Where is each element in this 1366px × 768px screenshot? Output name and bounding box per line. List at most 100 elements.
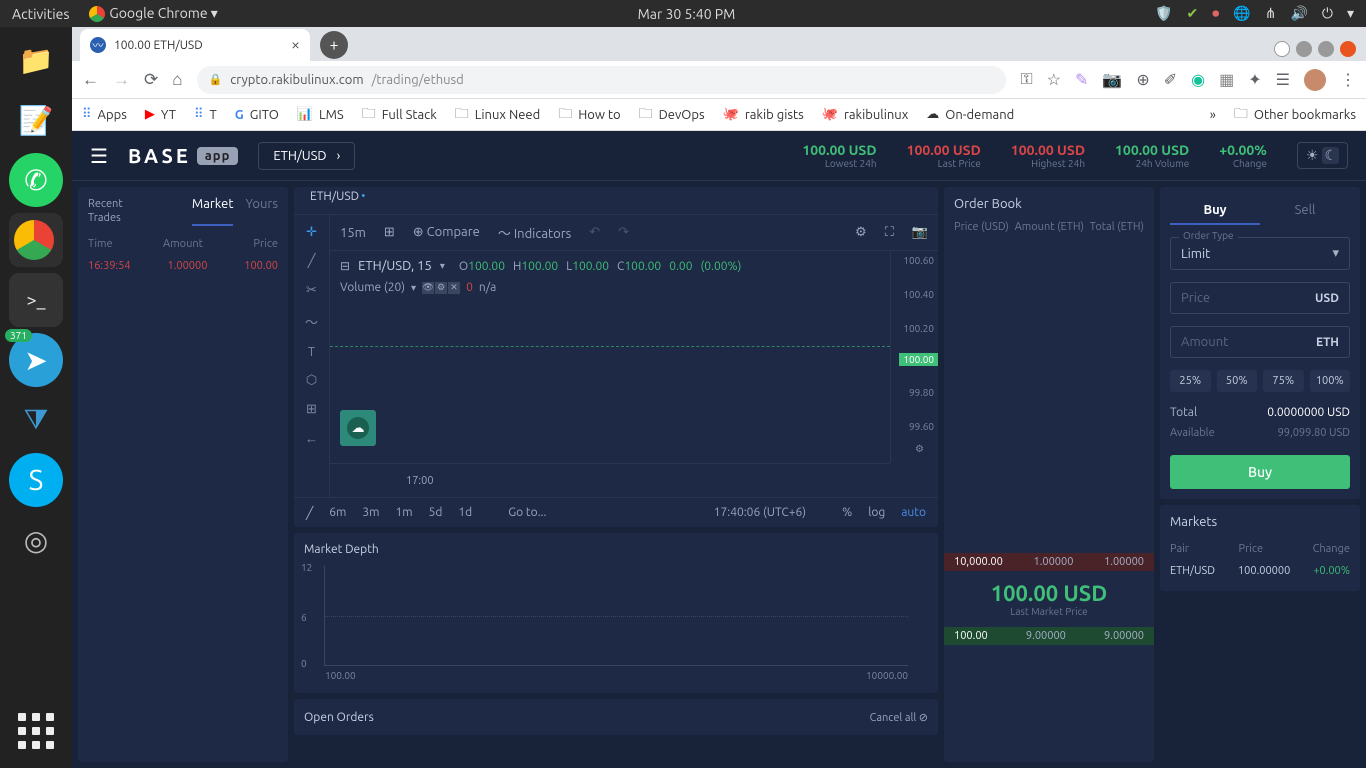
theme-toggle[interactable]: ☀☾: [1297, 142, 1348, 169]
cancel-all-button[interactable]: Cancel all ⊘: [870, 711, 928, 724]
activities-button[interactable]: Activities: [12, 6, 69, 22]
reload-icon[interactable]: ⟳: [144, 70, 158, 90]
volume-icon[interactable]: 🔊: [1290, 5, 1307, 22]
ondemand-bookmark[interactable]: ☁On-demand: [926, 107, 1014, 122]
interval-selector[interactable]: 15m: [340, 226, 366, 240]
skype-icon[interactable]: S: [9, 453, 63, 507]
globe-ext-icon[interactable]: ⊕: [1136, 70, 1149, 89]
range-3m[interactable]: 3m: [362, 506, 379, 519]
trend-line-icon[interactable]: ╱: [308, 254, 316, 269]
tab-close-icon[interactable]: ×: [291, 36, 300, 54]
brush-icon[interactable]: 〜: [305, 312, 318, 331]
clock[interactable]: Mar 30 5:40 PM: [218, 6, 1155, 22]
text-icon[interactable]: T: [308, 345, 315, 359]
apps-grid-icon[interactable]: [9, 704, 63, 758]
devops-bookmark[interactable]: 🗀DevOps: [639, 103, 705, 127]
record-icon[interactable]: ⏺: [1212, 5, 1219, 22]
app-menu-icon[interactable]: [1274, 41, 1290, 57]
pct-toggle[interactable]: %: [842, 506, 852, 519]
fullstack-bookmark[interactable]: 🗀Full Stack: [362, 103, 437, 127]
dropper-icon[interactable]: ✐: [1164, 70, 1177, 89]
range-1m[interactable]: 1m: [395, 506, 412, 519]
extensions-icon[interactable]: ✦: [1248, 70, 1261, 89]
fullscreen-icon[interactable]: ⛶: [885, 225, 894, 240]
disks-icon[interactable]: ◎: [9, 513, 63, 567]
linux-bookmark[interactable]: 🗀Linux Need: [455, 103, 540, 127]
undo-icon[interactable]: ↶: [589, 225, 600, 240]
pattern-icon[interactable]: ⬡: [306, 373, 317, 388]
market-row[interactable]: ETH/USD 100.00000 +0.00%: [1170, 561, 1350, 581]
files-icon[interactable]: 📁: [9, 33, 63, 87]
ask-row[interactable]: 10,000.00 1.00000 1.00000: [944, 553, 1154, 571]
log-toggle[interactable]: log: [868, 506, 885, 519]
window-close-icon[interactable]: [1340, 41, 1356, 57]
power-icon[interactable]: ⏻: [1322, 5, 1333, 22]
ext1-icon[interactable]: ✎: [1075, 70, 1088, 89]
current-app[interactable]: Google Chrome ▾: [89, 5, 217, 22]
grammarly-icon[interactable]: ◉: [1191, 70, 1205, 89]
new-tab-button[interactable]: +: [320, 31, 348, 59]
check-icon[interactable]: ✔: [1187, 5, 1199, 22]
settings-icon[interactable]: ⚙: [855, 225, 867, 240]
range-5d[interactable]: 5d: [429, 506, 443, 519]
pct-100[interactable]: 100%: [1310, 370, 1351, 392]
amount-input[interactable]: Amount ETH: [1170, 326, 1350, 358]
back-icon[interactable]: ←: [82, 70, 99, 90]
telegram-icon[interactable]: ➤371: [9, 333, 63, 387]
menu-button[interactable]: ☰: [90, 144, 108, 168]
overflow-icon[interactable]: »: [1210, 108, 1216, 122]
vscode-icon[interactable]: ⧩: [9, 393, 63, 447]
other-bookmarks[interactable]: 🗀Other bookmarks: [1234, 103, 1356, 127]
maximize-icon[interactable]: [1318, 41, 1334, 57]
network-icon[interactable]: ⋔: [1265, 5, 1277, 22]
range-6m[interactable]: 6m: [329, 506, 346, 519]
key-icon[interactable]: ⚿: [1020, 70, 1032, 89]
indicators-button[interactable]: 〜 Indicators: [498, 223, 571, 242]
text-editor-icon[interactable]: 📝: [9, 93, 63, 147]
chart-area[interactable]: 15m ⊞ ⊕ Compare 〜 Indicators ↶ ↷ ⚙ ⛶ 📷: [330, 215, 938, 497]
order-type-select[interactable]: Order Type Limit ▾: [1170, 237, 1350, 270]
forward-icon[interactable]: →: [113, 70, 130, 90]
whatsapp-icon[interactable]: ✆: [9, 153, 63, 207]
chart-badge-icon[interactable]: ☁: [340, 410, 376, 446]
gito-bookmark[interactable]: GGITO: [235, 108, 279, 122]
range-1d[interactable]: 1d: [458, 506, 472, 519]
price-input[interactable]: Price USD: [1170, 282, 1350, 314]
compare-button[interactable]: ⊕ Compare: [413, 225, 480, 240]
bid-row[interactable]: 100.00 9.00000 9.00000: [944, 627, 1154, 645]
minimize-icon[interactable]: [1296, 41, 1312, 57]
menu-icon[interactable]: ⋮: [1340, 70, 1356, 89]
axis-settings-icon[interactable]: ⚙: [915, 443, 924, 455]
tab-yours[interactable]: Yours: [245, 197, 278, 226]
browser-tab[interactable]: 〰 100.00 ETH/USD ×: [80, 29, 310, 61]
globe-icon[interactable]: 🌐: [1233, 5, 1250, 22]
pct-75[interactable]: 75%: [1263, 370, 1304, 392]
tab-buy[interactable]: Buy: [1170, 197, 1260, 225]
dropdown-icon[interactable]: ▾: [1347, 5, 1354, 22]
howto-bookmark[interactable]: 🗀How to: [558, 103, 620, 127]
fib-icon[interactable]: ✂: [306, 283, 317, 298]
pct-50[interactable]: 50%: [1217, 370, 1258, 392]
terminal-icon[interactable]: >_: [9, 273, 63, 327]
tab-market[interactable]: Market: [192, 197, 234, 226]
crosshair-icon[interactable]: ✛: [306, 225, 317, 240]
camera-ext-icon[interactable]: 📷: [1102, 70, 1122, 89]
rakibulinux-bookmark[interactable]: 🐙rakibulinux: [822, 107, 909, 122]
t-bookmark[interactable]: ⠿T: [194, 107, 217, 122]
profile-icon[interactable]: [1304, 69, 1326, 91]
apps-bookmark[interactable]: ⠿Apps: [82, 107, 127, 122]
url-input[interactable]: 🔒 crypto.rakibulinux.com/trading/ethusd: [197, 66, 1007, 94]
camera-icon[interactable]: 📷: [912, 225, 928, 240]
shield-icon[interactable]: 🛡️: [1155, 5, 1172, 22]
star-icon[interactable]: ☆: [1047, 70, 1061, 89]
pair-selector[interactable]: ETH/USD›: [258, 142, 355, 170]
reading-list-icon[interactable]: ☰: [1276, 70, 1290, 89]
auto-toggle[interactable]: auto: [901, 506, 926, 519]
home-icon[interactable]: ⌂: [172, 70, 182, 90]
pct-25[interactable]: 25%: [1170, 370, 1211, 392]
rakibgists-bookmark[interactable]: 🐙rakib gists: [723, 107, 804, 122]
redo-icon[interactable]: ↷: [618, 225, 629, 240]
back-tool-icon[interactable]: ←: [305, 431, 318, 446]
chart-tool-icon[interactable]: ╱: [306, 506, 313, 520]
goto-button[interactable]: Go to...: [508, 506, 546, 519]
